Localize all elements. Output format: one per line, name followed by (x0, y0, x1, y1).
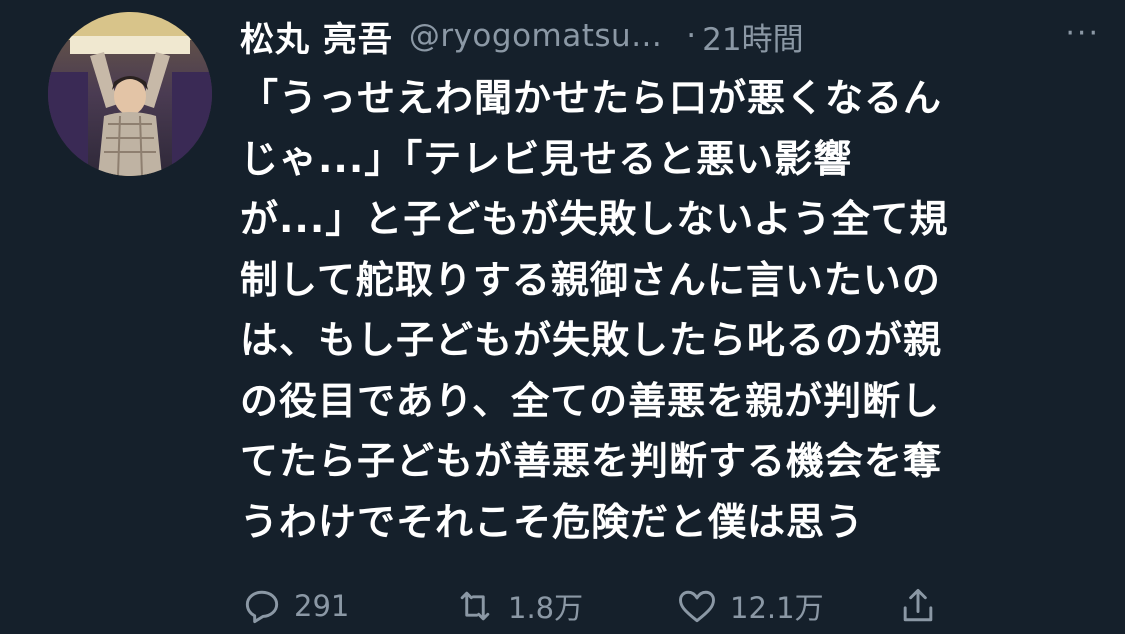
tweet-text-line: うわけでそれこそ危険だと僕は思う (240, 499, 865, 544)
retweet-count: 1.8万 (508, 591, 584, 625)
tweet-actions: 291 1.8万 12.1万 (240, 584, 1060, 630)
retweet-button[interactable]: 1.8万 (452, 584, 583, 628)
reply-count: 291 (294, 589, 350, 623)
tweet-text-line: てたら子どもが善悪を判断する機会を奪 (240, 439, 943, 483)
timestamp[interactable]: 21時間 (702, 14, 803, 59)
author-handle[interactable]: @ryogomatsu... (409, 18, 662, 54)
reply-icon (245, 590, 279, 624)
retweet-icon (460, 591, 490, 621)
avatar[interactable] (48, 12, 212, 176)
like-button[interactable]: 12.1万 (674, 584, 824, 628)
tweet-text: 「うっせえわ聞かせたら口が悪くなるん じゃ...」「テレビ見せると悪い影響 が.… (240, 68, 1070, 552)
tweet-text-line: の役目であり、全ての善悪を親が判断し (240, 378, 941, 423)
share-icon (903, 588, 933, 622)
tweet-text-line: 「うっせえわ聞かせたら口が悪くなるん (240, 76, 943, 120)
like-count: 12.1万 (730, 591, 824, 625)
tweet-text-line: は、もし子どもが失敗したら叱るのが親 (240, 318, 943, 362)
heart-icon (679, 590, 715, 623)
more-horizontal-icon[interactable]: ··· (1065, 16, 1100, 51)
reply-button[interactable]: 291 (240, 584, 349, 628)
tweet-text-line: 制して舵取りする親御さんに言いたいの (240, 257, 941, 302)
author-name[interactable]: 松丸 亮吾 (240, 12, 393, 61)
share-button[interactable] (896, 584, 940, 628)
separator-dot: · (686, 18, 697, 54)
avatar-photo (48, 12, 212, 176)
tweet-header: 松丸 亮吾 @ryogomatsu... · 21時間 ··· (240, 12, 1100, 60)
tweet-text-line: じゃ...」「テレビ見せると悪い影響 (240, 136, 853, 181)
tweet-text-line: が...」と子どもが失敗しないよう全て規 (240, 197, 949, 241)
